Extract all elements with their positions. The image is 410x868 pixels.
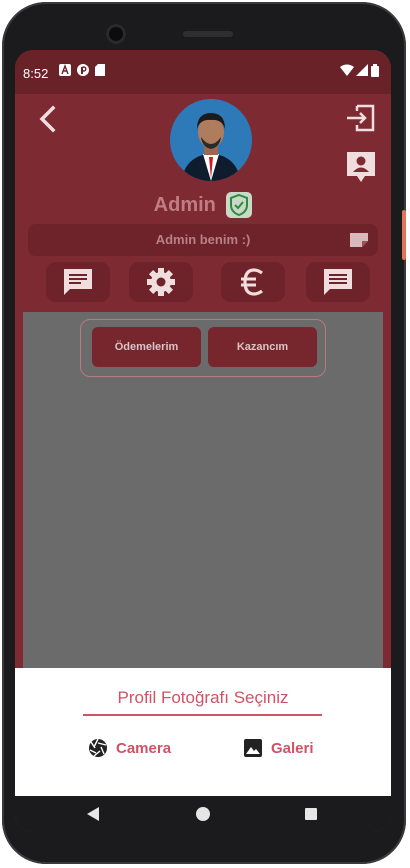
- nav-back-icon[interactable]: [87, 807, 101, 821]
- camera-shutter-icon: [89, 738, 107, 757]
- side-button: [402, 210, 406, 260]
- edit-note-icon[interactable]: [350, 233, 368, 247]
- avatar-image: [170, 99, 252, 181]
- payments-button[interactable]: [221, 262, 285, 302]
- logout-icon[interactable]: [345, 102, 377, 134]
- bio-text: Admin benim :): [155, 232, 251, 247]
- tab-payments[interactable]: Ödemelerim: [92, 327, 201, 367]
- cellular-signal-icon: [356, 64, 368, 76]
- announcements-button[interactable]: [306, 262, 370, 302]
- messages-button[interactable]: [46, 262, 110, 302]
- tab-group: Ödemelerim Kazancım: [80, 319, 326, 377]
- camera-option[interactable]: Camera: [88, 734, 171, 762]
- tab-earnings[interactable]: Kazancım: [208, 327, 317, 367]
- image-icon: [244, 739, 262, 757]
- profile-name: Admin: [153, 193, 216, 216]
- front-camera: [106, 24, 126, 44]
- notification-a-icon: [59, 64, 71, 76]
- system-navigation-bar: [15, 796, 391, 832]
- contact-card-icon[interactable]: [345, 150, 377, 184]
- avatar[interactable]: [170, 99, 252, 181]
- nav-recents-icon[interactable]: [305, 808, 317, 820]
- back-arrow-icon[interactable]: [33, 104, 63, 134]
- verified-badge-icon: [226, 192, 253, 218]
- euro-icon: [241, 268, 263, 296]
- status-time: 8:52: [23, 66, 49, 81]
- camera-option-label: Camera: [116, 739, 172, 757]
- message-icon: [324, 269, 352, 295]
- earpiece-speaker: [183, 31, 233, 37]
- profile-page: Admin Admin benim :) Ödemelerim Kazancım: [15, 94, 391, 668]
- gallery-option[interactable]: Galeri: [243, 734, 314, 762]
- gear-icon: [147, 268, 175, 296]
- chat-icon: [64, 269, 92, 295]
- profile-name-row: Admin: [15, 192, 391, 218]
- wifi-icon: [340, 64, 354, 76]
- bottom-sheet-title: Profil Fotoğrafı Seçiniz: [117, 688, 289, 707]
- status-bar: 8:52: [15, 50, 391, 94]
- settings-button[interactable]: [129, 262, 193, 302]
- title-underline: [83, 714, 322, 716]
- battery-icon: [371, 64, 379, 77]
- nav-home-icon[interactable]: [196, 807, 210, 821]
- bio-field[interactable]: Admin benim :): [28, 224, 378, 256]
- screen: 8:52 Admin Admin benim:) Ödemelerim Kaz…: [15, 50, 391, 832]
- bottom-sheet: Profil Fotoğrafı Seçiniz Camera Galeri: [15, 668, 391, 796]
- gallery-option-label: Galeri: [271, 739, 314, 757]
- content-panel: Ödemelerim Kazancım: [23, 312, 383, 668]
- notification-p-icon: [77, 64, 89, 76]
- sd-card-icon: [95, 64, 105, 76]
